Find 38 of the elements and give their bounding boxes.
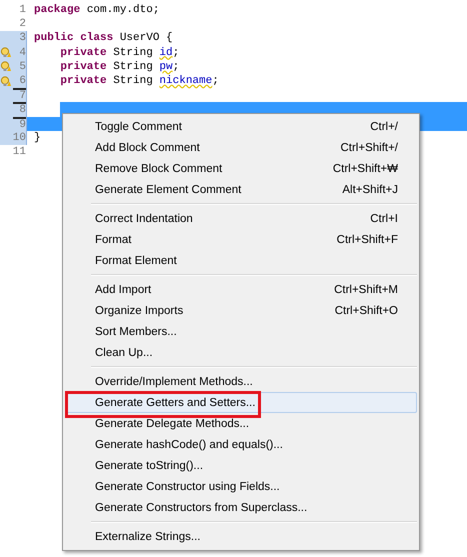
menu-item[interactable]: Generate toString()... bbox=[65, 455, 417, 476]
line-number: 4 bbox=[19, 46, 26, 60]
menu-item[interactable]: Generate Delegate Methods... bbox=[65, 413, 417, 434]
menu-item[interactable]: Format Element bbox=[65, 250, 417, 271]
menu-item[interactable]: Generate Constructor using Fields... bbox=[65, 476, 417, 497]
menu-item[interactable]: Generate Constructors from Superclass... bbox=[65, 497, 417, 518]
warning-icon[interactable] bbox=[0, 47, 11, 58]
line-number: 5 bbox=[19, 60, 26, 74]
menu-item[interactable]: Generate Element Comment Alt+Shift+J bbox=[65, 179, 417, 200]
code-line: private String nickname; bbox=[60, 74, 219, 87]
menu-item[interactable]: Toggle Comment Ctrl+/ bbox=[65, 116, 417, 137]
menu-item[interactable]: Organize Imports Ctrl+Shift+O bbox=[65, 300, 417, 321]
menu-item[interactable]: Remove Block Comment Ctrl+Shift+₩ bbox=[65, 158, 417, 179]
menu-item[interactable]: Externalize Strings... bbox=[65, 526, 417, 547]
line-number: 3 bbox=[19, 31, 26, 46]
warning-icon[interactable] bbox=[0, 76, 11, 87]
line-number: 8 bbox=[19, 104, 26, 116]
line-number: 2 bbox=[19, 17, 26, 32]
line-number: 9 bbox=[19, 118, 26, 131]
line-number: 11 bbox=[12, 144, 26, 160]
menu-item[interactable]: Format Ctrl+Shift+F bbox=[65, 229, 417, 250]
code-line: package com.my.dto; bbox=[34, 4, 160, 16]
code-line: public class UserVO { bbox=[34, 32, 173, 44]
line-number: 6 bbox=[19, 74, 26, 88]
code-line: } bbox=[34, 132, 41, 144]
warning-icon[interactable] bbox=[0, 61, 11, 72]
menu-item[interactable]: Correct Indentation Ctrl+I bbox=[65, 208, 417, 229]
line-number: 1 bbox=[19, 3, 26, 18]
menu-item[interactable]: Add Block Comment Ctrl+Shift+/ bbox=[65, 137, 417, 158]
menu-item[interactable]: Add Import Ctrl+Shift+M bbox=[65, 279, 417, 300]
menu-item[interactable]: Generate hashCode() and equals()... bbox=[65, 434, 417, 455]
line-number: 10 bbox=[12, 130, 26, 145]
code-line: private String id; bbox=[60, 46, 180, 59]
line-number: 7 bbox=[19, 90, 26, 102]
menu-item[interactable]: Sort Members... bbox=[65, 321, 417, 342]
menu-item[interactable]: Override/Implement Methods... bbox=[65, 371, 417, 392]
code-line: private String pw; bbox=[60, 60, 180, 73]
menu-item[interactable]: Clean Up... bbox=[65, 342, 417, 363]
